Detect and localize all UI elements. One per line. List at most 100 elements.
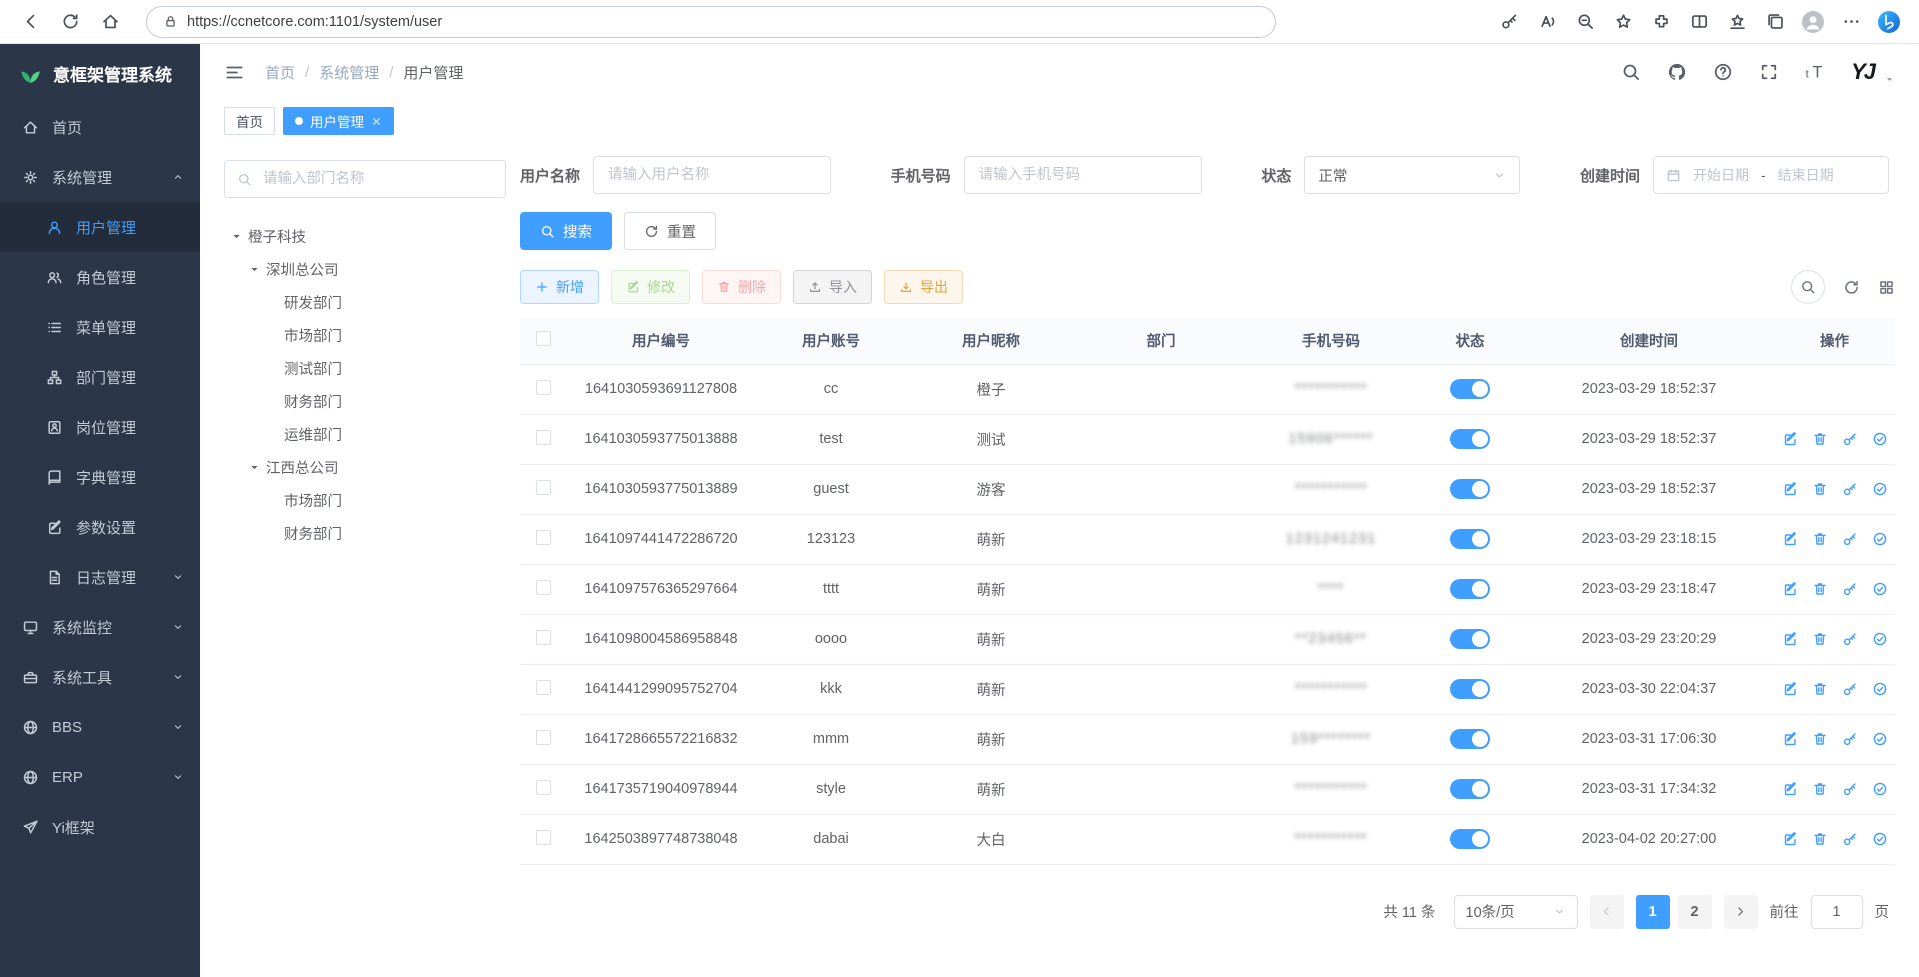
user-avatar[interactable]: YJ <box>1851 59 1874 85</box>
status-select[interactable]: 正常 <box>1304 156 1520 194</box>
date-range-picker[interactable]: 开始日期 - 结束日期 <box>1653 156 1889 194</box>
delete-button[interactable] <box>1812 531 1828 547</box>
assign-role-button[interactable] <box>1872 431 1888 447</box>
row-checkbox[interactable] <box>536 480 551 495</box>
add-favorite-icon[interactable] <box>1605 5 1641 39</box>
delete-button[interactable] <box>1812 431 1828 447</box>
sidebar-item-post-management[interactable]: 岗位管理 <box>0 402 200 452</box>
tree-node-dept-finance-sz[interactable]: 财务部门 <box>224 385 506 418</box>
user-menu-caret-icon[interactable] <box>1884 74 1895 85</box>
sidebar-item-erp[interactable]: ERP <box>0 752 200 802</box>
row-checkbox[interactable] <box>536 380 551 395</box>
assign-role-button[interactable] <box>1872 781 1888 797</box>
edit-button[interactable] <box>1782 731 1798 747</box>
assign-role-button[interactable] <box>1872 681 1888 697</box>
sidebar-item-param-settings[interactable]: 参数设置 <box>0 502 200 552</box>
sidebar-item-system-tools[interactable]: 系统工具 <box>0 652 200 702</box>
sidebar-item-home[interactable]: 首页 <box>0 102 200 152</box>
reset-password-button[interactable] <box>1842 431 1858 447</box>
header-search-icon[interactable] <box>1621 62 1641 82</box>
delete-button[interactable] <box>1812 631 1828 647</box>
status-toggle[interactable] <box>1450 779 1490 799</box>
collections-icon[interactable] <box>1757 5 1793 39</box>
phone-input[interactable] <box>964 156 1202 194</box>
reset-button[interactable]: 重置 <box>624 212 716 250</box>
tree-node-dept-test[interactable]: 测试部门 <box>224 352 506 385</box>
github-icon[interactable] <box>1667 62 1687 82</box>
select-all-checkbox[interactable] <box>536 331 551 346</box>
dept-search-input[interactable] <box>261 170 493 188</box>
prev-page-button[interactable] <box>1590 895 1624 929</box>
tree-node-company-jiangxi[interactable]: 江西总公司 <box>224 451 506 484</box>
help-icon[interactable] <box>1713 62 1733 82</box>
split-screen-icon[interactable] <box>1681 5 1717 39</box>
breadcrumb-system[interactable]: 系统管理 <box>319 62 379 83</box>
assign-role-button[interactable] <box>1872 531 1888 547</box>
delete-button[interactable] <box>1812 481 1828 497</box>
page-size-select[interactable]: 10条/页 <box>1454 895 1578 929</box>
status-toggle[interactable] <box>1450 379 1490 399</box>
tab-home[interactable]: 首页 <box>224 107 275 135</box>
tree-node-org-chengzi[interactable]: 橙子科技 <box>224 220 506 253</box>
row-checkbox[interactable] <box>536 580 551 595</box>
status-toggle[interactable] <box>1450 629 1490 649</box>
browser-refresh-button[interactable] <box>52 5 88 39</box>
row-checkbox[interactable] <box>536 830 551 845</box>
sidebar-item-role-management[interactable]: 角色管理 <box>0 252 200 302</box>
address-bar[interactable]: https://ccnetcore.com:1101/system/user <box>146 6 1276 38</box>
edit-button[interactable] <box>1782 431 1798 447</box>
sidebar-item-menu-management[interactable]: 菜单管理 <box>0 302 200 352</box>
reset-password-button[interactable] <box>1842 481 1858 497</box>
delete-button[interactable] <box>1812 781 1828 797</box>
row-checkbox[interactable] <box>536 630 551 645</box>
collapse-sidebar-icon[interactable] <box>224 62 245 83</box>
profile-avatar[interactable] <box>1795 5 1831 39</box>
delete-button[interactable] <box>1812 831 1828 847</box>
row-checkbox[interactable] <box>536 680 551 695</box>
sidebar-item-system-monitor[interactable]: 系统监控 <box>0 602 200 652</box>
page-button-2[interactable]: 2 <box>1678 895 1712 929</box>
edit-button[interactable] <box>1782 531 1798 547</box>
delete-button[interactable]: 删除 <box>702 270 781 304</box>
edit-button[interactable] <box>1782 631 1798 647</box>
row-checkbox[interactable] <box>536 530 551 545</box>
tree-node-dept-market-jx[interactable]: 市场部门 <box>224 484 506 517</box>
reset-password-button[interactable] <box>1842 831 1858 847</box>
row-checkbox[interactable] <box>536 430 551 445</box>
export-button[interactable]: 导出 <box>884 270 963 304</box>
goto-page-input[interactable] <box>1811 895 1863 929</box>
reset-password-button[interactable] <box>1842 581 1858 597</box>
status-toggle[interactable] <box>1450 479 1490 499</box>
browser-menu-icon[interactable] <box>1833 5 1869 39</box>
edit-button[interactable] <box>1782 481 1798 497</box>
search-button[interactable]: 搜索 <box>520 212 612 250</box>
tree-node-dept-rd[interactable]: 研发部门 <box>224 286 506 319</box>
sidebar-item-bbs[interactable]: BBS <box>0 702 200 752</box>
favorites-bar-icon[interactable] <box>1719 5 1755 39</box>
assign-role-button[interactable] <box>1872 731 1888 747</box>
tree-node-dept-finance-jx[interactable]: 财务部门 <box>224 517 506 550</box>
assign-role-button[interactable] <box>1872 631 1888 647</box>
browser-home-button[interactable] <box>92 5 128 39</box>
edit-button[interactable] <box>1782 581 1798 597</box>
modify-button[interactable]: 修改 <box>611 270 690 304</box>
browser-back-button[interactable] <box>12 5 48 39</box>
username-input[interactable] <box>593 156 831 194</box>
assign-role-button[interactable] <box>1872 581 1888 597</box>
assign-role-button[interactable] <box>1872 831 1888 847</box>
status-toggle[interactable] <box>1450 829 1490 849</box>
fullscreen-icon[interactable] <box>1759 62 1779 82</box>
extensions-icon[interactable] <box>1643 5 1679 39</box>
reset-password-button[interactable] <box>1842 731 1858 747</box>
tree-node-dept-ops[interactable]: 运维部门 <box>224 418 506 451</box>
status-toggle[interactable] <box>1450 429 1490 449</box>
status-toggle[interactable] <box>1450 679 1490 699</box>
column-settings-icon[interactable] <box>1878 279 1895 296</box>
reset-password-button[interactable] <box>1842 531 1858 547</box>
breadcrumb-home[interactable]: 首页 <box>265 62 295 83</box>
delete-button[interactable] <box>1812 731 1828 747</box>
sidebar-item-yi-framework[interactable]: Yi框架 <box>0 802 200 852</box>
delete-button[interactable] <box>1812 681 1828 697</box>
reset-password-button[interactable] <box>1842 631 1858 647</box>
reset-password-button[interactable] <box>1842 781 1858 797</box>
